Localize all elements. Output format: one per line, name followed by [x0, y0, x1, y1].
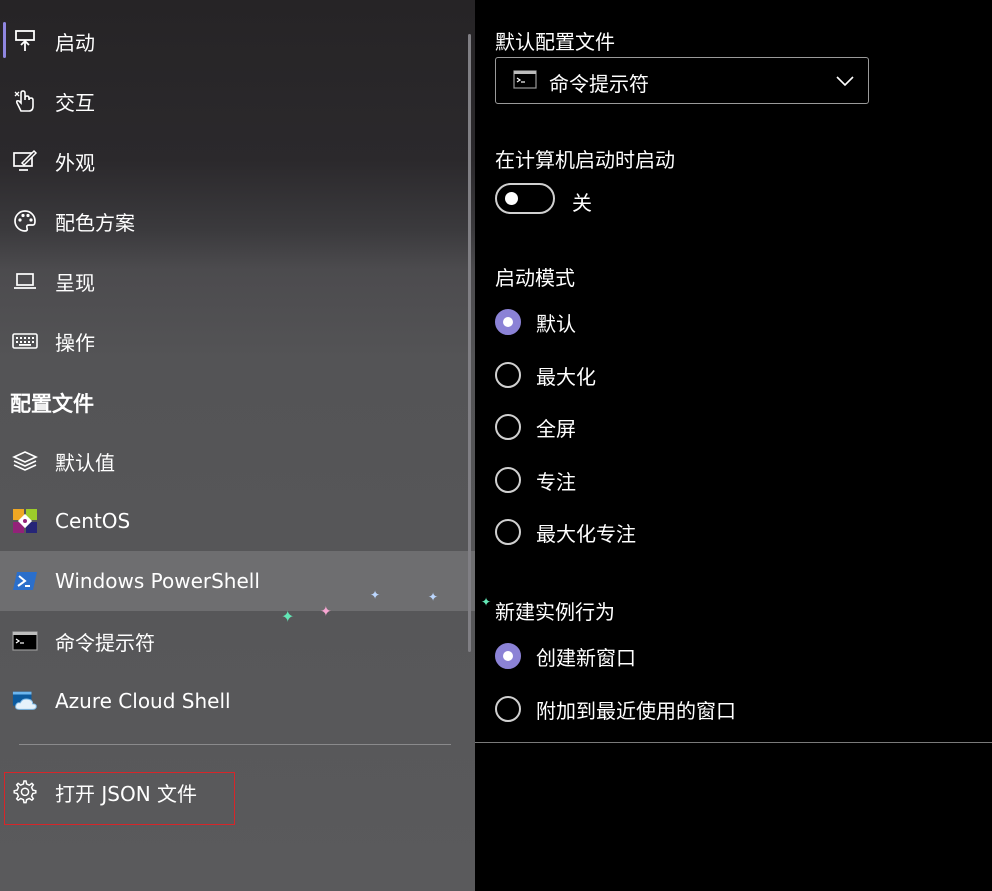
nav-item-profile-centos[interactable]: CentOS [0, 491, 475, 551]
nav-item-profile-cmd[interactable]: 命令提示符 [0, 611, 475, 671]
azure-cloud-shell-icon [12, 688, 38, 714]
nav-item-label: 交互 [55, 90, 95, 115]
nav-divider [19, 744, 451, 745]
sparkle-icon: ✦ [481, 595, 492, 609]
radio-circle [495, 467, 521, 493]
radio-label: 附加到最近使用的窗口 [536, 698, 736, 723]
launch-on-startup-toggle[interactable] [495, 183, 555, 214]
nav-item-appearance[interactable]: 外观 [0, 131, 475, 191]
toggle-state-label: 关 [572, 191, 592, 215]
rendering-icon [12, 268, 38, 294]
radio-launch-mode-fullscreen[interactable]: 全屏 [495, 411, 576, 443]
sparkle-icon: ✦ [320, 604, 332, 620]
nav-item-label: Windows PowerShell [55, 569, 260, 593]
nav-item-label: 启动 [55, 30, 95, 55]
radio-circle [495, 362, 521, 388]
nav-item-startup[interactable]: 启动 [0, 11, 475, 71]
nav-item-label: Azure Cloud Shell [55, 689, 231, 713]
nav-item-label: 呈现 [55, 270, 95, 295]
radio-launch-mode-maximized[interactable]: 最大化 [495, 359, 596, 391]
keyboard-icon [12, 328, 38, 354]
new-instance-behavior-header: 新建实例行为 [495, 600, 615, 624]
radio-label: 专注 [536, 469, 576, 494]
sparkle-icon: ✦ [428, 590, 439, 604]
nav-item-rendering[interactable]: 呈现 [0, 251, 475, 311]
radio-label: 创建新窗口 [536, 645, 636, 670]
settings-panel: ✦ 默认配置文件 命令提示符 在计算机启动时启动 关 启动模式 默认 最大化 全… [475, 0, 992, 891]
sparkle-icon: ✦ [281, 607, 295, 626]
nav-item-profile-azure[interactable]: Azure Cloud Shell [0, 671, 475, 731]
default-profile-header: 默认配置文件 [495, 30, 615, 54]
radio-label: 全屏 [536, 416, 576, 441]
nav-item-label: 命令提示符 [55, 630, 155, 655]
nav-item-label: 外观 [55, 150, 95, 175]
toggle-knob [505, 192, 518, 205]
radio-circle [495, 696, 521, 722]
default-profile-value: 命令提示符 [549, 72, 649, 96]
profiles-section-header: 配置文件 [10, 392, 94, 416]
highlight-box [4, 772, 235, 825]
radio-label: 默认 [536, 311, 576, 336]
nav-item-label: 配色方案 [55, 210, 135, 235]
chevron-down-icon [836, 72, 854, 91]
radio-launch-mode-maximized-focus[interactable]: 最大化专注 [495, 516, 636, 548]
nav-item-label: 操作 [55, 330, 95, 355]
launch-on-startup-header: 在计算机启动时启动 [495, 148, 675, 172]
nav-scrollbar[interactable] [468, 34, 471, 652]
radio-label: 最大化 [536, 364, 596, 389]
radio-launch-mode-default[interactable]: 默认 [495, 306, 576, 338]
radio-circle [495, 414, 521, 440]
radio-circle [495, 519, 521, 545]
default-profile-dropdown[interactable]: 命令提示符 [495, 57, 869, 104]
nav-item-label: CentOS [55, 509, 131, 533]
radio-new-instance-new-window[interactable]: 创建新窗口 [495, 640, 636, 672]
nav-item-interaction[interactable]: 交互 [0, 71, 475, 131]
powershell-icon [12, 568, 38, 594]
interaction-icon [12, 88, 38, 114]
centos-icon [12, 508, 38, 534]
layers-icon [12, 448, 38, 474]
panel-divider [475, 742, 992, 743]
radio-new-instance-attach-recent[interactable]: 附加到最近使用的窗口 [495, 693, 736, 725]
nav-item-profile-powershell[interactable]: Windows PowerShell [0, 551, 475, 611]
radio-circle [495, 309, 521, 335]
startup-icon [12, 28, 38, 54]
cmd-icon [12, 628, 38, 654]
nav-item-actions[interactable]: 操作 [0, 311, 475, 371]
appearance-icon [12, 148, 38, 174]
nav-item-profile-defaults[interactable]: 默认值 [0, 431, 475, 491]
radio-label: 最大化专注 [536, 521, 636, 546]
launch-mode-header: 启动模式 [495, 266, 575, 290]
palette-icon [12, 208, 38, 234]
nav-item-color-schemes[interactable]: 配色方案 [0, 191, 475, 251]
cmd-icon [513, 70, 537, 94]
radio-circle [495, 643, 521, 669]
navigation-pane: 启动 交互 外观 配色方案 呈现 操作 配置文件 默认值 CentOS Wind… [0, 0, 475, 891]
nav-item-label: 默认值 [55, 450, 115, 475]
sparkle-icon: ✦ [370, 588, 381, 602]
radio-launch-mode-focus[interactable]: 专注 [495, 464, 576, 496]
